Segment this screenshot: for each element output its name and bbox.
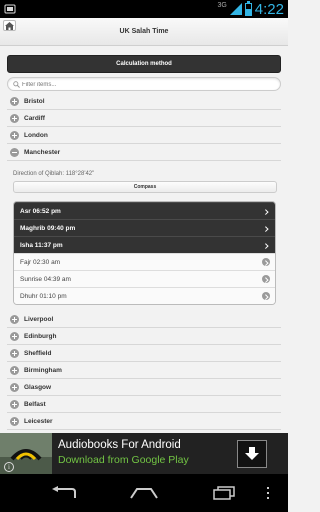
expand-icon (10, 314, 19, 324)
prayer-time-row[interactable]: Maghrib 09:40 pm (14, 219, 275, 236)
expand-icon (10, 113, 19, 123)
prayer-time-row[interactable]: Dhuhr 01:10 pm (14, 287, 275, 304)
prayer-time-row[interactable]: Sunrise 04:39 am (14, 270, 275, 287)
city-item-birmingham[interactable]: Birmingham (7, 362, 281, 379)
city-item-bristol[interactable]: Bristol (7, 93, 281, 110)
city-list: Bristol Cardiff London Manchester Directio… (7, 93, 281, 430)
city-label: Edinburgh (24, 332, 57, 340)
expand-icon (10, 399, 19, 409)
city-item-edinburgh[interactable]: Edinburgh (7, 328, 281, 345)
prayer-time-label: Maghrib 09:40 pm (20, 224, 76, 232)
city-label: London (24, 131, 48, 139)
city-item-manchester[interactable]: Manchester (7, 144, 281, 161)
expand-icon (10, 331, 19, 341)
chevron-right-icon (262, 207, 270, 215)
city-item-glasgow[interactable]: Glasgow (7, 379, 281, 396)
download-button[interactable] (237, 440, 267, 468)
city-item-london[interactable]: London (7, 127, 281, 144)
city-item-cardiff[interactable]: Cardiff (7, 110, 281, 127)
recent-apps-icon (213, 486, 235, 500)
city-label: Cardiff (24, 114, 45, 122)
expand-icon (10, 130, 19, 140)
chevron-right-icon (262, 275, 270, 283)
city-label: Leicester (24, 417, 53, 425)
home-nav-icon (130, 488, 158, 499)
search-icon (13, 81, 20, 88)
prayer-time-label: Isha 11:37 pm (20, 241, 63, 249)
signal-icon (229, 3, 242, 15)
chevron-right-icon (262, 292, 270, 300)
city-item-leicester[interactable]: Leicester (7, 413, 281, 430)
prayer-times-list: Asr 06:52 pm Maghrib 09:40 pm Isha 11:37 p… (13, 201, 276, 305)
qibla-direction: Direction of Qiblah: 118°28'42" (13, 171, 95, 177)
city-item-belfast[interactable]: Belfast (7, 396, 281, 413)
city-label: Belfast (24, 400, 46, 408)
filter-bar (7, 77, 281, 91)
chevron-right-icon (262, 241, 270, 249)
notification-icon (4, 4, 16, 14)
calculation-method-button[interactable]: Calculation method (7, 55, 281, 73)
city-label: Sheffield (24, 349, 52, 357)
overflow-menu-icon (267, 487, 269, 499)
ad-title: Audiobooks For Android (58, 439, 181, 451)
compass-button[interactable]: Compass (13, 181, 277, 193)
prayer-time-row[interactable]: Asr 06:52 pm (14, 202, 275, 219)
menu-button[interactable] (262, 484, 274, 502)
prayer-time-row[interactable]: Isha 11:37 pm (14, 236, 275, 253)
ad-info-icon[interactable]: i (4, 462, 14, 472)
prayer-time-label: Fajr 02:30 am (20, 258, 61, 266)
system-nav-bar (0, 474, 288, 512)
download-icon (245, 447, 259, 460)
prayer-time-label: Sunrise 04:39 am (20, 275, 71, 283)
city-label: Liverpool (24, 315, 54, 323)
city-label: Glasgow (24, 383, 52, 391)
prayer-time-label: Asr 06:52 pm (20, 207, 61, 215)
chevron-right-icon (262, 258, 270, 266)
home-nav-button[interactable] (129, 484, 159, 502)
city-item-liverpool[interactable]: Liverpool (7, 311, 281, 328)
back-button[interactable] (49, 484, 79, 502)
ad-image: i (0, 433, 52, 474)
status-bar: 3G 4:22 (0, 0, 288, 18)
recent-apps-button[interactable] (209, 484, 239, 502)
city-label: Manchester (24, 148, 61, 156)
expand-icon (10, 365, 19, 375)
expand-icon (10, 96, 19, 106)
battery-icon (244, 0, 252, 16)
ad-subtitle: Download from Google Play (58, 454, 189, 466)
expand-icon (10, 382, 19, 392)
prayer-time-label: Dhuhr 01:10 pm (20, 292, 67, 300)
collapse-icon (10, 147, 19, 157)
expand-icon (10, 416, 19, 426)
city-item-sheffield[interactable]: Sheffield (7, 345, 281, 362)
clock: 4:22 (254, 0, 284, 18)
city-details: Direction of Qiblah: 118°28'42" Compass … (7, 161, 281, 311)
ad-banner[interactable]: i Audiobooks For Android Download from G… (0, 433, 288, 474)
expand-icon (10, 348, 19, 358)
filter-input[interactable] (22, 79, 272, 90)
city-label: Birmingham (24, 366, 62, 374)
page-title: UK Salah Time (119, 28, 169, 35)
city-label: Bristol (24, 97, 45, 105)
app-header: UK Salah Time (0, 18, 288, 46)
chevron-right-icon (262, 224, 270, 232)
prayer-time-row[interactable]: Fajr 02:30 am (14, 253, 275, 270)
back-icon (52, 486, 76, 498)
network-type: 3G (217, 2, 227, 9)
